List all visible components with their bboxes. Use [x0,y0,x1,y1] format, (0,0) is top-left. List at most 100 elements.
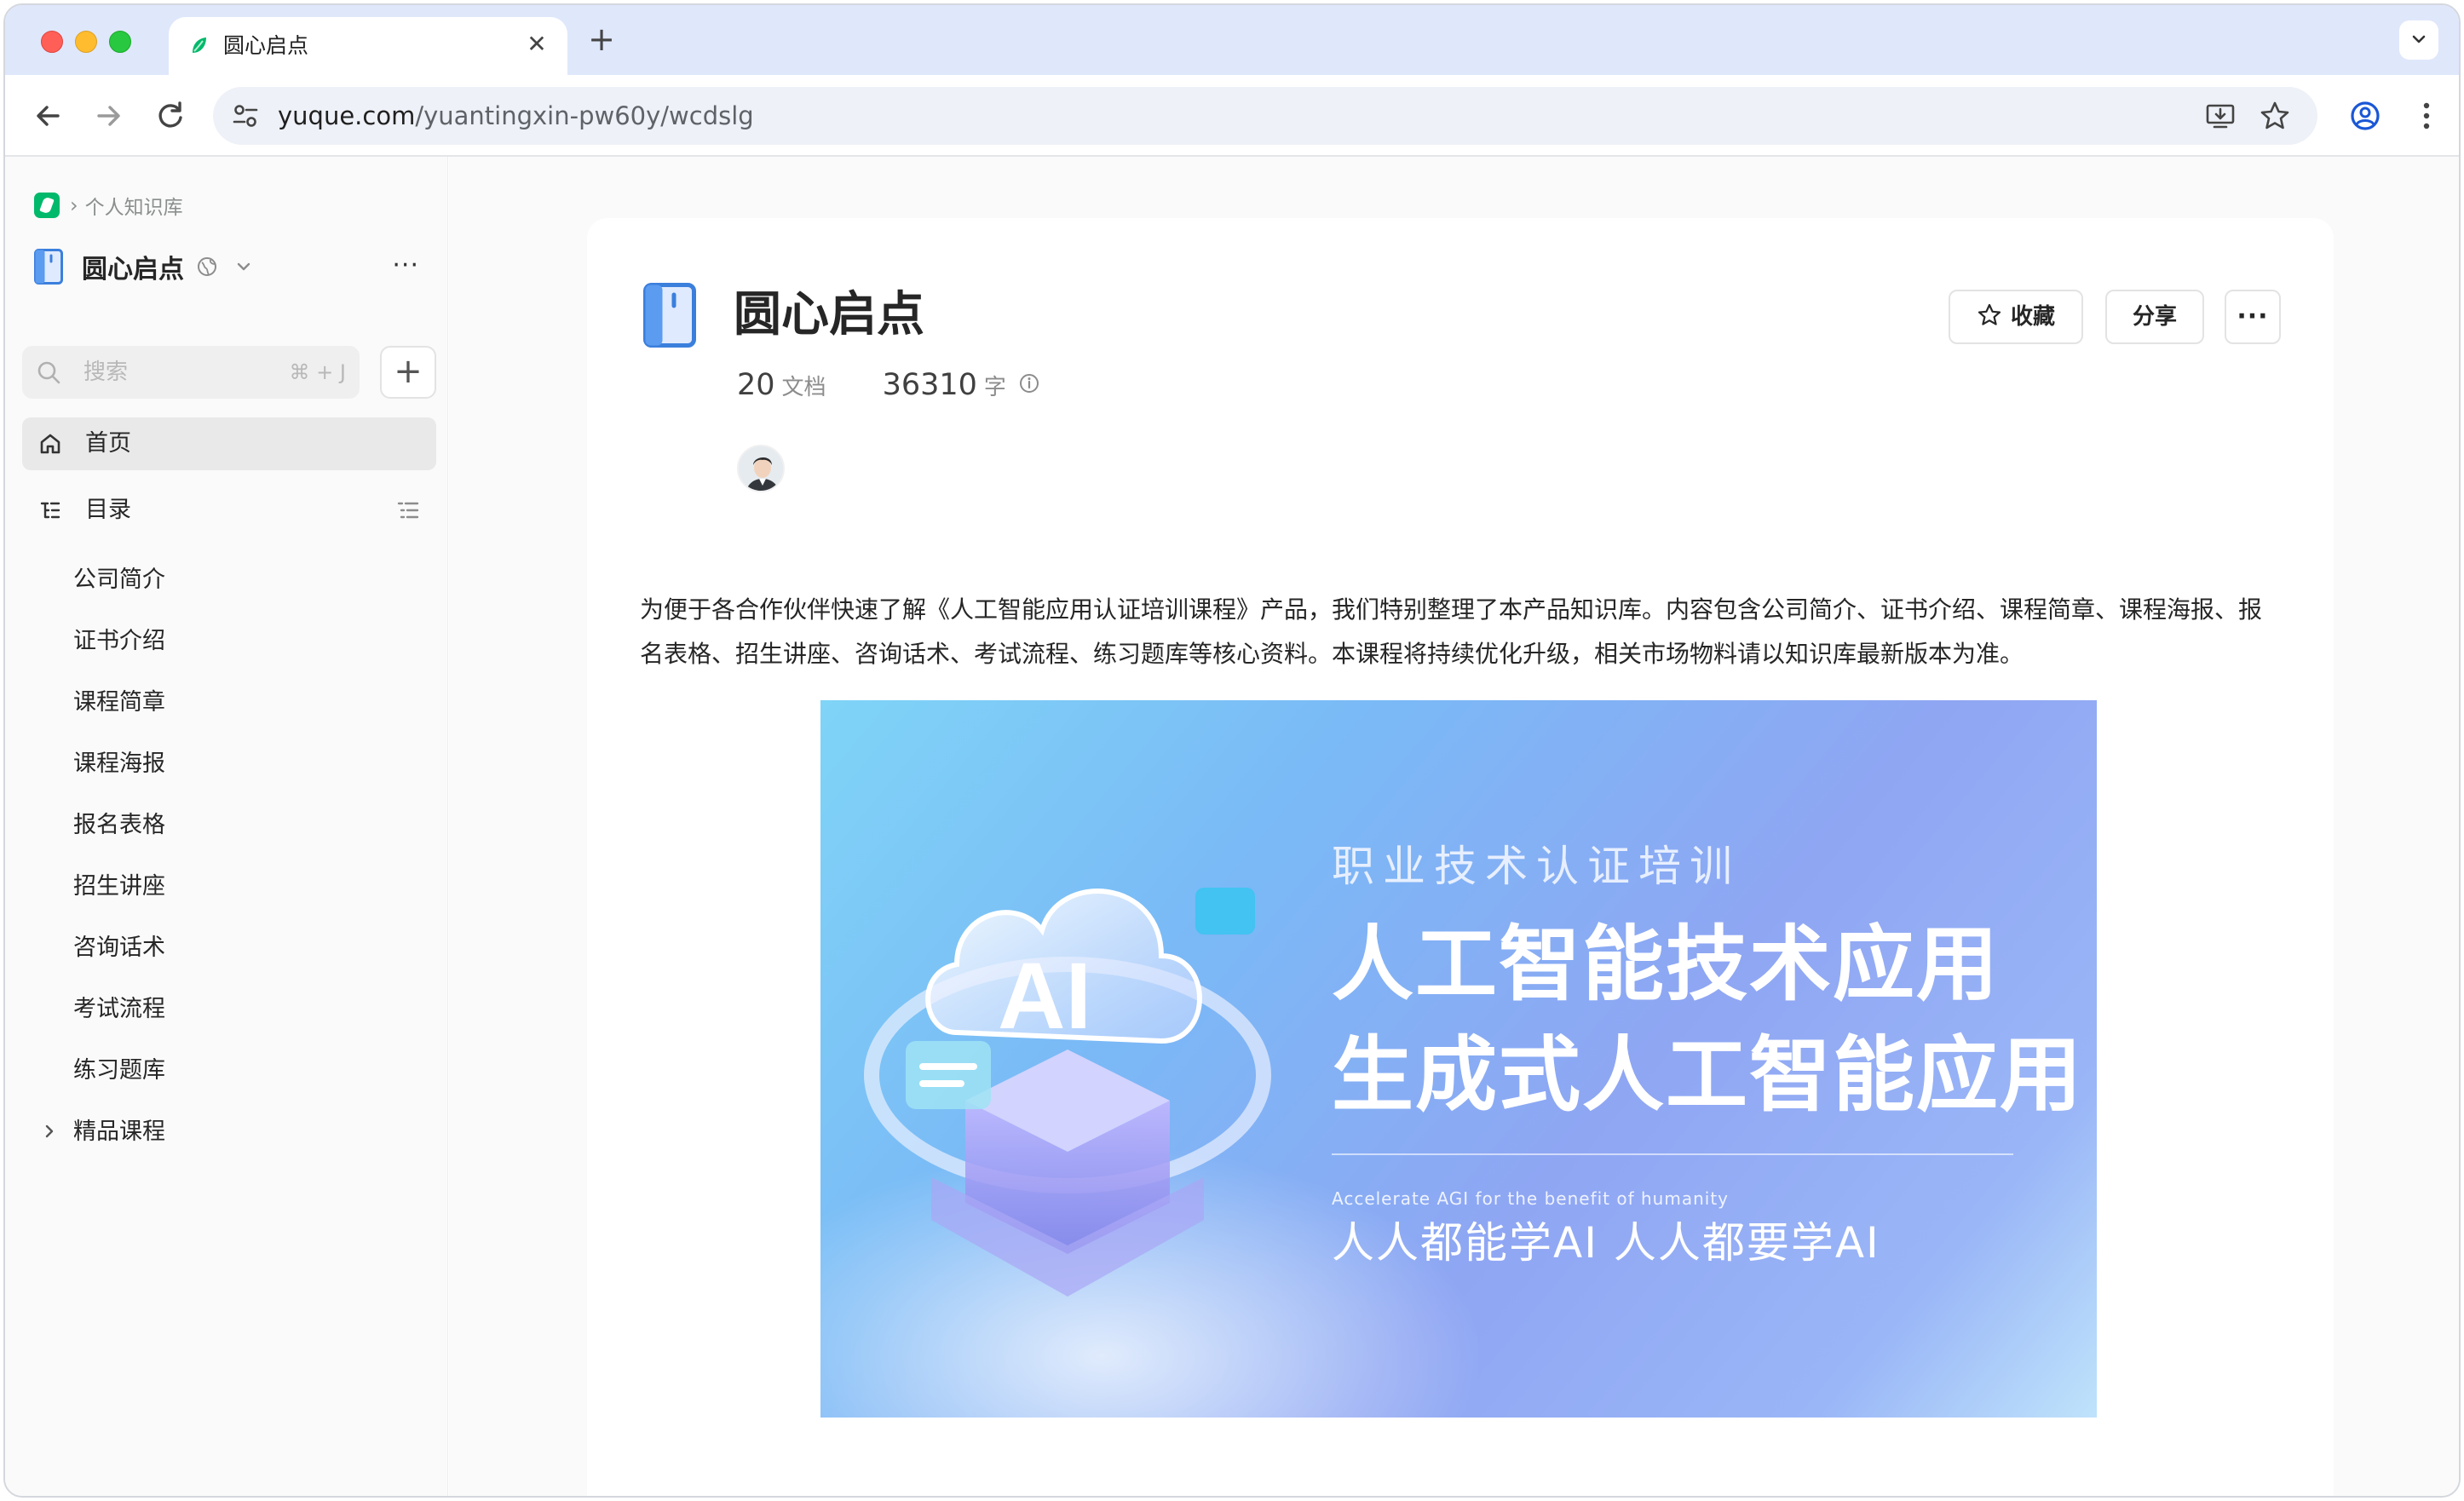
book-title[interactable]: 圆心启点 [82,248,184,285]
sidebar-item-home[interactable]: 首页 [22,417,436,470]
book-icon [34,249,63,285]
search-placeholder: 搜索 [83,359,129,385]
banner-title-line1: 人工智能技术应用 [1332,917,2000,1012]
toc-item-label: 练习题库 [73,1057,165,1084]
breadcrumb: › 个人知识库 [34,191,183,220]
book-description: 为便于各合作伙伴快速了解《人工智能应用认证培训课程》产品，我们特别整理了本产品知… [640,595,2263,668]
course-banner-image: AI 职业技术认证培训 人工智能技术应用 生成式人工智能应用 Accelerat… [820,700,2097,1418]
home-icon [40,434,60,454]
doc-count-unit: 文档 [781,375,826,400]
forward-button[interactable] [89,95,130,136]
browser-tab-active[interactable]: 圆心启点 ✕ [169,17,567,75]
banner-art-text: AI [998,944,1091,1049]
toc-item[interactable]: 证书介绍 [22,610,436,671]
browser-titlebar: 圆心启点 ✕ + [5,5,2459,75]
chevron-down-icon[interactable] [233,256,254,277]
toc-item-label: 公司简介 [73,566,165,593]
more-button[interactable]: ··· [2225,290,2281,344]
arrow-left-icon [37,106,60,126]
tab-search-button[interactable] [2399,20,2438,60]
toc-item[interactable]: 课程简章 [22,671,436,733]
toc-item-label: 报名表格 [73,812,165,838]
toc-item-label: 课程简章 [73,689,165,716]
avatar[interactable] [737,445,785,492]
reload-icon [158,101,182,128]
toc-list: 公司简介 证书介绍 课程简章 课程海报 报名表格 招生讲座 咨询话术 考试流程 … [22,549,436,1162]
banner-divider [1332,1153,2013,1155]
toc-tree-icon [40,502,60,519]
toc-item-label: 招生讲座 [73,873,165,900]
star-icon [1978,303,2001,325]
toc-list-icon[interactable] [395,497,421,523]
reload-button[interactable] [150,95,191,136]
url-text[interactable]: yuque.com/yuantingxin-pw60y/wcdslg [278,99,754,133]
kebab-menu-icon [2423,102,2430,129]
banner-title-line2: 生成式人工智能应用 [1332,1027,2083,1123]
info-icon[interactable] [1018,372,1040,394]
browser-menu-button[interactable] [2406,95,2447,136]
toc-item[interactable]: 咨询话术 [22,917,436,978]
url-path: /yuantingxin-pw60y/wcdslg [415,101,754,130]
word-count: 36310 [882,368,977,402]
address-bar[interactable]: yuque.com/yuantingxin-pw60y/wcdslg [213,87,2317,145]
browser-toolbar: yuque.com/yuantingxin-pw60y/wcdslg [5,75,2459,157]
favorite-button[interactable]: 收藏 [1949,290,2083,344]
banner-subtitle: 职业技术认证培训 [1332,842,1741,891]
chevron-down-icon [2412,35,2426,43]
banner-english-tagline: Accelerate AGI for the benefit of humani… [1332,1188,1730,1209]
yuque-favicon-icon [193,37,206,53]
toc-item[interactable]: 报名表格 [22,794,436,855]
share-button[interactable]: 分享 [2105,290,2204,344]
add-button[interactable]: + [380,346,436,399]
toc-item[interactable]: 课程海报 [22,733,436,794]
toc-item-label: 课程海报 [73,750,165,777]
doc-count: 20 [737,368,775,402]
yuque-logo-icon[interactable] [34,193,60,218]
back-button[interactable] [27,95,68,136]
ai-cloud-illustration-icon: AI [864,888,1271,1297]
page-title: 圆心启点 [734,287,924,342]
banner-slogan: 人人都能学AI 人人都要学AI [1332,1218,1880,1268]
sidebar-item-label: 首页 [85,430,131,457]
book-more-button[interactable]: ··· [392,250,419,280]
search-shortcut: ⌘ + J [289,360,346,384]
arrow-right-icon [97,106,120,126]
chevron-right-icon: › [70,193,78,217]
toc-item-label: 咨询话术 [73,935,165,961]
minimize-window-button[interactable] [75,31,97,53]
profile-icon [2351,101,2380,130]
url-host: yuque.com [278,101,416,130]
sidebar-item-toc[interactable]: 目录 [22,484,436,537]
toc-item-label: 证书介绍 [73,628,165,654]
main-area: 圆心启点 收藏 分享 ··· 20 文档 36310 字 为便于各合作伙伴快速了… [449,157,2459,1496]
toc-item-label: 考试流程 [73,996,165,1022]
favorite-label: 收藏 [2010,304,2055,330]
word-count-unit: 字 [983,375,1006,400]
bookmark-star-icon[interactable] [2258,99,2292,133]
toc-item-expandable[interactable]: 精品课程 [22,1101,436,1162]
toc-item-label: 精品课程 [73,1119,165,1145]
profile-button[interactable] [2345,95,2386,136]
sidebar-item-label: 目录 [85,497,131,523]
public-globe-icon [198,257,216,276]
tab-title: 圆心启点 [223,33,309,58]
browser-window: 圆心启点 ✕ + yuque.com/yuantingxin-pw60y/wcd… [3,3,2461,1498]
close-window-button[interactable] [41,31,63,53]
toc-item[interactable]: 考试流程 [22,978,436,1039]
tab-close-icon[interactable]: ✕ [521,29,552,60]
book-stats: 20 文档 36310 字 [737,368,1040,411]
install-app-icon[interactable] [2203,99,2237,133]
search-input[interactable]: 搜索 ⌘ + J [22,346,360,399]
chevron-right-icon[interactable] [37,1119,61,1143]
book-header: 圆心启点 ··· [34,245,431,288]
breadcrumb-library[interactable]: 个人知识库 [85,191,183,220]
toc-item[interactable]: 公司简介 [22,549,436,610]
book-icon [643,283,696,348]
site-settings-icon[interactable] [230,101,261,131]
toc-item[interactable]: 练习题库 [22,1039,436,1101]
maximize-window-button[interactable] [109,31,131,53]
sidebar: › 个人知识库 圆心启点 ··· 搜索 ⌘ + J + 首页 目录 公司简介 证… [5,157,448,1496]
toc-item[interactable]: 招生讲座 [22,855,436,917]
new-tab-button[interactable]: + [583,20,620,58]
book-home-card: 圆心启点 收藏 分享 ··· 20 文档 36310 字 为便于各合作伙伴快速了… [587,218,2334,1496]
